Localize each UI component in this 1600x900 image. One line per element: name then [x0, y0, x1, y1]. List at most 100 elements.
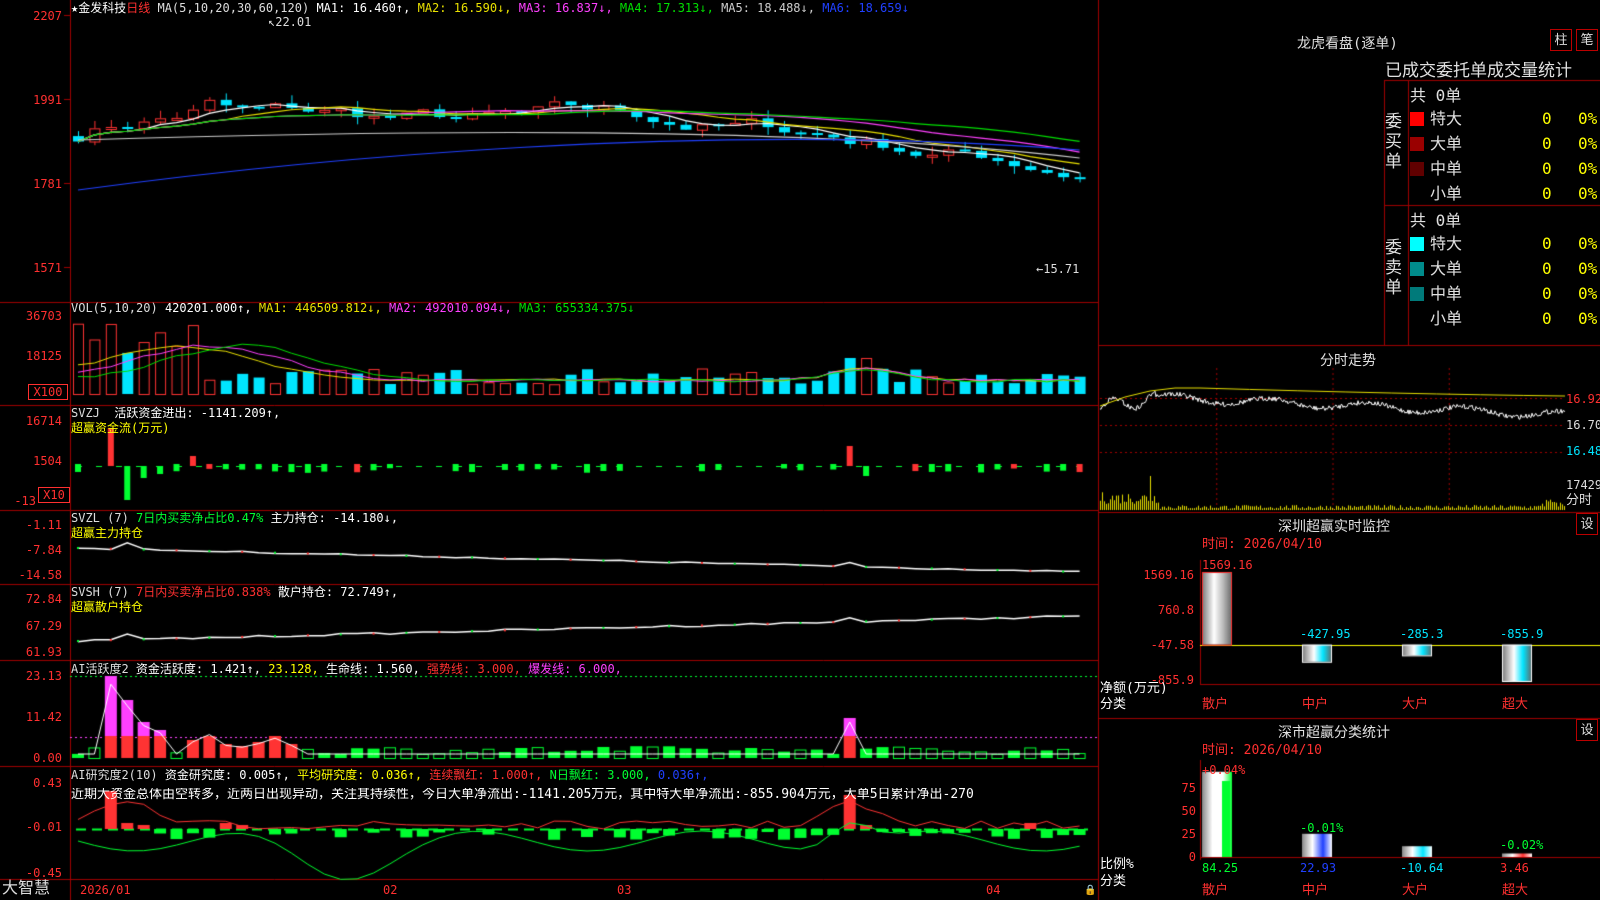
classify-value: -10.64	[1400, 861, 1444, 875]
longhu-header: 已成交委托单成交量统计	[1385, 61, 1572, 81]
svsh-subtitle: 超赢散户持仓	[71, 600, 144, 614]
classify-time: 时间: 2026/04/10	[1202, 743, 1322, 758]
monitor-bar-value: -855.9	[1500, 627, 1544, 641]
svzl-y-label: -7.84	[25, 543, 62, 557]
classify-axis-sub: 分类	[1100, 874, 1127, 889]
ai2-value2: 23.128,	[268, 662, 319, 676]
intraday-y-label: 16.70	[1566, 418, 1600, 432]
ai2-header: AI活跃度2 资金活跃度: 1.421↑, 23.128, 生命线: 1.560…	[71, 662, 622, 676]
ai-research-value: 资金研究度: 0.005↑,	[164, 768, 290, 782]
ai2-burst-line: 爆发线: 6.000,	[528, 662, 622, 676]
vol-y-label: 36703	[25, 309, 62, 323]
ai-research-avg: 平均研究度: 0.036↑,	[297, 768, 423, 782]
svzj-title: SVZJ	[71, 406, 100, 420]
vol-ma3: MA3: 655334.375↓	[519, 301, 635, 315]
longhu-title: 龙虎看盘(逐单)	[1297, 36, 1398, 52]
svzj-y-label: 1504	[33, 454, 62, 468]
ai2-y-label: 11.42	[25, 710, 62, 724]
sell-row-s: 小单 0 0%	[1410, 306, 1597, 331]
svzj-y-label: -13	[14, 494, 36, 508]
svzl-y-label: -14.58	[18, 568, 62, 582]
tick-mode-button[interactable]: 笔	[1576, 29, 1598, 51]
lock-icon[interactable]: 🔒	[1084, 884, 1096, 898]
ai-research-comment: 近期大资金总体由空转多，近两日出现异动，关注其持续性，今日大单净流出:-1141…	[71, 788, 974, 802]
main-panel-header: ★金发科技日线 MA(5,10,20,30,60,120) MA1: 16.46…	[71, 1, 909, 15]
classify-category: 中户	[1302, 883, 1329, 898]
monitor-category: 大户	[1402, 697, 1429, 712]
ai2-title: AI活跃度2	[71, 662, 129, 676]
high-note: ↖22.01	[268, 15, 312, 29]
classify-y-label: 50	[1181, 804, 1196, 818]
ai2-y-label: 0.00	[33, 751, 62, 765]
intraday-title: 分时走势	[1320, 353, 1376, 369]
vol-y-label: 18125	[25, 349, 62, 363]
x-axis-label: 02	[383, 883, 398, 897]
sell-row-m: 中单 0 0%	[1410, 281, 1597, 306]
x-axis-label: 04	[986, 883, 1001, 897]
buy-row-l: 大单 0 0%	[1410, 131, 1597, 156]
monitor-time: 时间: 2026/04/10	[1202, 537, 1322, 552]
ma-title: MA(5,10,20,30,60,120)	[157, 1, 310, 15]
stock-name: ★金发科技	[71, 1, 127, 15]
svsh-y-label: 72.84	[25, 592, 62, 606]
ai-research-header: AI研究度2(10) 资金研究度: 0.005↑, 平均研究度: 0.036↑,…	[71, 768, 708, 782]
color-swatch	[1410, 112, 1424, 126]
monitor-settings-button[interactable]: 设	[1576, 513, 1598, 535]
vol-unit[interactable]: X100	[28, 384, 68, 400]
svsh-y-label: 61.93	[25, 645, 62, 659]
classify-category: 超大	[1502, 883, 1529, 898]
chart-canvas[interactable]	[0, 0, 1600, 900]
svsh-title: SVSH (7)	[71, 585, 129, 599]
svzj-unit[interactable]: X10	[38, 487, 70, 503]
vol-ma1: MA1: 446509.812↓,	[258, 301, 382, 315]
svzl-y-label: -1.11	[25, 518, 62, 532]
svzj-header: SVZJ 活跃资金进出: -1141.209↑,	[71, 406, 280, 420]
ai2-activity: 资金活跃度: 1.421↑,	[135, 662, 261, 676]
ai-research-y-label: -0.01	[25, 820, 62, 834]
ai-research-last: 0.036↑,	[657, 768, 709, 782]
classify-value: 22.93	[1300, 861, 1337, 875]
ma1-value: MA1: 16.460↑,	[316, 1, 411, 15]
classify-value: 84.25	[1202, 861, 1239, 875]
period-label[interactable]: 日线	[126, 1, 150, 15]
ma4-value: MA4: 17.313↓,	[619, 1, 714, 15]
classify-note: +0.04%	[1202, 763, 1246, 777]
svzl-ratio: 7日内买卖净占比0.47%	[136, 511, 264, 525]
ai-research-title: AI研究度2(10)	[71, 768, 158, 782]
classify-axis-title: 比例%	[1100, 857, 1134, 872]
svsh-y-label: 67.29	[25, 619, 62, 633]
svzj-value: 活跃资金进出: -1141.209↑,	[114, 406, 281, 420]
monitor-top-value: 1569.16	[1202, 558, 1253, 572]
svzl-title: SVZL (7)	[71, 511, 129, 525]
intraday-y-label: 16.92	[1566, 392, 1600, 406]
sell-side-label: 委卖单	[1385, 238, 1402, 298]
vol-title: VOL(5,10,20)	[71, 301, 158, 315]
sell-total: 共 0单	[1410, 211, 1462, 230]
intraday-footer: 分时	[1566, 493, 1593, 508]
sell-rows: 特大 0 0% 大单 0 0% 中单 0 0% 小单 0 0%	[1410, 231, 1597, 331]
svzj-y-label: 16714	[25, 414, 62, 428]
monitor-y-label: -47.58	[1150, 638, 1194, 652]
ma2-value: MA2: 16.590↓,	[417, 1, 512, 15]
bar-mode-button[interactable]: 柱	[1550, 29, 1572, 51]
ai2-y-label: 23.13	[25, 669, 62, 683]
buy-total: 共 0单	[1410, 86, 1462, 105]
color-swatch	[1410, 162, 1424, 176]
color-swatch	[1410, 137, 1424, 151]
sell-row-l: 大单 0 0%	[1410, 256, 1597, 281]
svzj-subtitle: 超赢资金流(万元)	[71, 421, 170, 435]
classify-y-label: 25	[1181, 827, 1196, 841]
svzl-value: 主力持仓: -14.180↓,	[270, 511, 399, 525]
intraday-vol-label: 17429	[1566, 478, 1600, 492]
ai2-lifeline: 生命线: 1.560,	[326, 662, 420, 676]
color-swatch	[1410, 287, 1424, 301]
price-y-label: 1781	[33, 177, 62, 191]
monitor-category: 中户	[1302, 697, 1329, 712]
color-swatch	[1410, 237, 1424, 251]
price-y-label: 1571	[33, 261, 62, 275]
svzl-header: SVZL (7) 7日内买卖净占比0.47% 主力持仓: -14.180↓,	[71, 511, 398, 525]
buy-rows: 特大 0 0% 大单 0 0% 中单 0 0% 小单 0 0%	[1410, 106, 1597, 206]
svzl-subtitle: 超赢主力持仓	[71, 526, 144, 540]
color-swatch	[1410, 262, 1424, 276]
classify-settings-button[interactable]: 设	[1576, 719, 1598, 741]
